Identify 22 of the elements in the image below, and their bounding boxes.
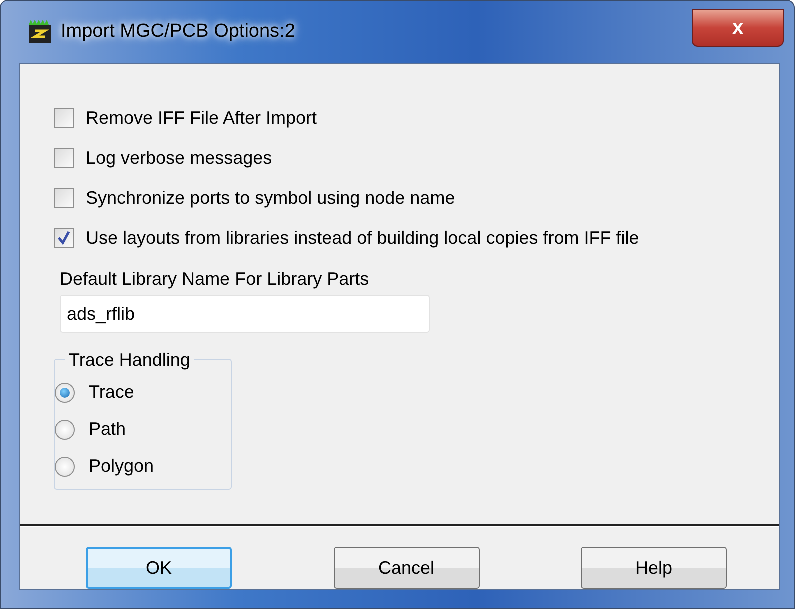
checkbox-label: Remove IFF File After Import <box>86 106 318 130</box>
field-label: Default Library Name For Library Parts <box>60 268 370 291</box>
library-name-field[interactable]: ads_rflib <box>60 295 430 333</box>
radio-label: Polygon <box>89 455 154 478</box>
checkbox[interactable] <box>54 228 74 248</box>
help-button[interactable]: Help <box>581 547 727 589</box>
checkbox[interactable] <box>54 188 74 208</box>
radio-button[interactable] <box>55 420 75 440</box>
ok-button[interactable]: OK <box>86 547 232 589</box>
checkbox-label: Use layouts from libraries instead of building local copies from IFF file <box>86 226 640 250</box>
checkbox-label: Synchronize ports to symbol using node name <box>86 186 456 210</box>
close-button[interactable]: x <box>692 9 784 47</box>
checkbox[interactable] <box>54 148 74 168</box>
cancel-button[interactable]: Cancel <box>334 547 480 589</box>
radio-label: Trace <box>89 381 134 404</box>
radio-button[interactable] <box>55 456 75 476</box>
checkbox[interactable] <box>54 108 74 128</box>
window-title: Import MGC/PCB Options:2 <box>61 20 296 44</box>
checkbox-label: Log verbose messages <box>86 146 272 170</box>
radio-button[interactable] <box>55 382 75 402</box>
app-icon <box>27 19 53 45</box>
radio-label: Path <box>89 418 126 441</box>
